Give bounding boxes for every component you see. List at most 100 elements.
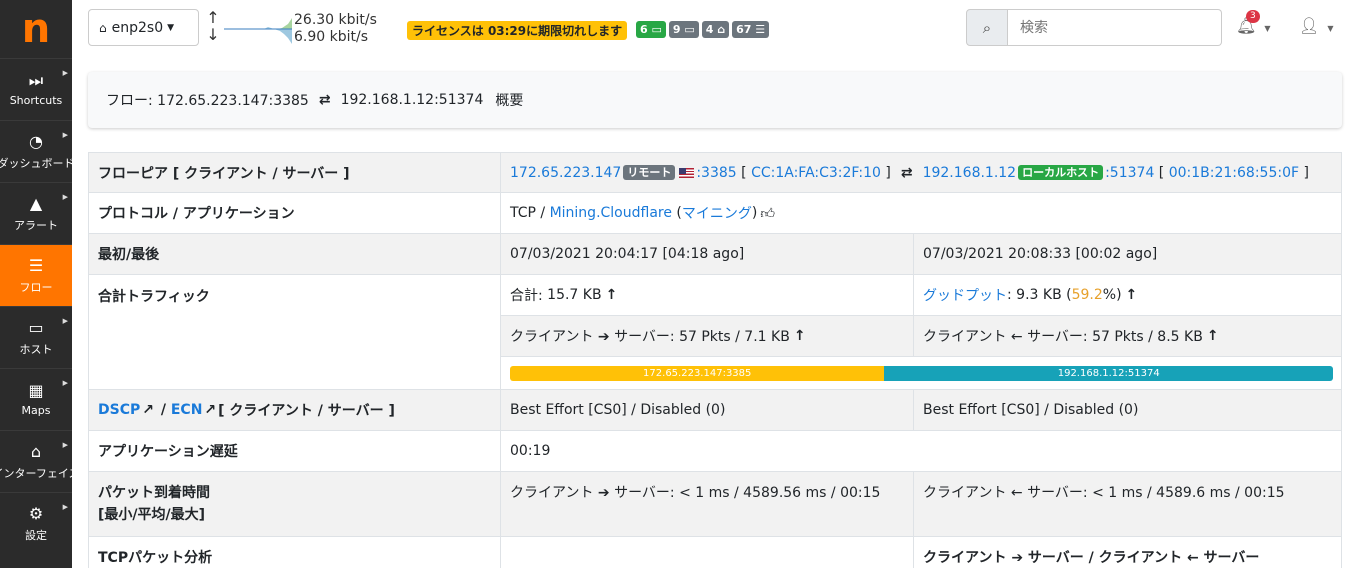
sidebar-item-label: 設定 [25,528,47,542]
arrow-up-icon: ↑ [793,328,806,344]
breadcrumb-target: 192.168.1.12:51374 [340,92,484,108]
sidebar-item-label: Shortcuts [9,94,63,107]
dscp-server: Best Effort [CS0] / Disabled (0) [914,390,1342,430]
breadcrumb: フロー: 172.65.223.147:3385 ⇄ 192.168.1.12:… [88,72,1342,128]
table-row: DSCP ↗ / ECN ↗ [ クライアント / サーバー ] Best Ef… [88,390,1342,431]
last-seen: 07/03/2021 20:08:33 [00:02 ago] [914,234,1342,274]
table-row: TCPパケット分析 クライアント ➔ サーバー / クライアント ← サーバー [88,537,1342,568]
remote-hosts-badge[interactable]: 9 ▭ [668,21,699,38]
row-label: TCPパケット分析 [88,537,501,568]
row-label: フローピア [ クライアント / サーバー ] [88,153,501,192]
client-to-server-traffic: クライアント ➔ サーバー: 57 Pkts / 7.1 KB ↑ [501,316,914,356]
arrow-up-icon: ↑ [1125,287,1138,303]
application-link[interactable]: Mining.Cloudflare [550,205,672,221]
server-port-link[interactable]: :51374 [1105,165,1154,181]
flows-badge[interactable]: 67 ☰ [732,21,770,38]
interface-dropdown[interactable]: ⌂ enp2s0 ▼ [88,9,199,46]
rate-up: 26.30 kbit/s [294,12,377,28]
search-input[interactable] [1008,9,1222,46]
table-row: プロトコル / アプリケーション TCP / Mining.Cloudflare… [88,193,1342,234]
caret-right-icon: ▶ [62,503,68,511]
protocol: TCP [510,205,536,221]
table-row: 合計トラフィック 合計: 15.7 KB ↑ グッドプット : 9.3 KB (… [88,275,1342,390]
caret-down-icon: ▼ [167,22,175,33]
user-icon: 👤︎ [1299,16,1320,35]
local-hosts-badge[interactable]: 6 ▭ [636,21,666,38]
table-row: パケット到着時間 [最小/平均/最大] クライアント ➔ サーバー: < 1 m… [88,472,1342,537]
ntopng-logo[interactable]: n [0,0,72,58]
caret-right-icon: ▶ [62,69,68,77]
sidebar-item-interface[interactable]: ▶ ⌂ インターフェイス [0,430,80,492]
application-latency: 00:19 [501,431,1342,471]
dscp-link[interactable]: DSCP [98,402,140,418]
stream-icon: ☰ [28,255,44,275]
up-down-arrows-icon: ↑ ↓ [206,8,220,44]
client-port-link[interactable]: :3385 [696,165,736,181]
traffic-rates: 26.30 kbit/s 6.90 kbit/s [294,12,377,46]
caret-right-icon: ▶ [62,317,68,325]
sidebar-item-maps[interactable]: ▶ ▦ Maps [0,368,72,430]
arrow-up-icon: ↑ [605,287,618,303]
server-ip-link[interactable]: 192.168.1.12 [923,165,1017,181]
exchange-icon: ⇄ [318,92,331,108]
iat-client-to-server: クライアント ➔ サーバー: < 1 ms / 4589.56 ms / 00:… [501,472,914,536]
sidebar-item-label: インターフェイス [0,466,80,480]
traffic-split-bar: 172.65.223.147:3385 192.168.1.12:51374 [510,365,1333,381]
sidebar-item-label: ホスト [19,342,53,356]
license-badge[interactable]: ライセンスは 03:29に期限切れします [407,21,628,40]
row-label: DSCP ↗ / ECN ↗ [ クライアント / サーバー ] [88,390,501,430]
dscp-client: Best Effort [CS0] / Disabled (0) [501,390,914,430]
breadcrumb-source: フロー: 172.65.223.147:3385 [106,93,309,109]
ecn-link[interactable]: ECN [171,402,203,418]
row-label: アプリケーション遅延 [88,431,501,471]
first-seen: 07/03/2021 20:04:17 [04:18 ago] [501,234,914,274]
rate-down: 6.90 kbit/s [294,29,369,45]
traffic-sparkline [224,18,292,44]
sidebar-item-label: フロー [19,280,53,294]
exchange-icon: ⇄ [900,164,913,181]
localhost-badge: ローカルホスト [1018,165,1104,180]
sidebar-item-settings[interactable]: ▶ ⚙ 設定 [0,492,72,554]
client-ip-link[interactable]: 172.65.223.147 [510,165,621,181]
table-row: アプリケーション遅延 00:19 [88,431,1342,472]
total-traffic: 合計: 15.7 KB ↑ [501,275,914,315]
notifications-dropdown[interactable]: 🔔︎ 3 ▼ [1236,10,1271,35]
category-link[interactable]: マイニング [682,203,752,223]
external-link-icon: ↗ [142,402,154,418]
search-box: ⌕ [966,9,1222,46]
row-label: 最初/最後 [88,234,501,274]
sidebar-item-label: アラート [14,218,58,232]
protocol-app: TCP / Mining.Cloudflare (マイニング) 👍︎ [501,193,1342,233]
server-mac-link[interactable]: 00:1B:21:68:55:0F [1169,165,1299,181]
interface-name: enp2s0 [111,19,164,36]
server-to-client-traffic: クライアント ← サーバー: 57 Pkts / 8.5 KB ↑ [914,316,1342,356]
flow-peers: 172.65.223.147 リモート :3385 [ CC:1A:FA:C3:… [501,153,1342,192]
goodput-link[interactable]: グッドプット [923,285,1007,305]
sidebar-item-flows[interactable]: ☰ フロー [0,244,72,306]
us-flag-icon [679,167,695,178]
sidebar-item-dashboard[interactable]: ▶ ◔ ダッシュボード [0,120,75,182]
sidebar-item-shortcuts[interactable]: ▶ ⏭ Shortcuts [0,58,72,120]
tcp-empty-cell [501,537,914,568]
sidebar-item-hosts[interactable]: ▶ ▭ ホスト [0,306,72,368]
user-dropdown[interactable]: 👤︎ ▼ [1299,16,1334,35]
arrow-up-icon: ↑ [1206,328,1219,344]
row-label: プロトコル / アプリケーション [88,193,501,233]
row-label: パケット到着時間 [最小/平均/最大] [88,472,501,536]
map-icon: ▦ [28,381,44,400]
sidebar-item-alerts[interactable]: ▶ ▲ アラート [0,182,72,244]
devices-badge[interactable]: 4 ⌂ [701,21,730,38]
caret-right-icon: ▶ [62,193,68,201]
client-mac-link[interactable]: CC:1A:FA:C3:2F:10 [751,165,881,181]
flow-details-table: フローピア [ クライアント / サーバー ] 172.65.223.147 リ… [88,152,1342,568]
thumbs-up-icon: 👍︎ [760,205,775,222]
tcp-header: クライアント ➔ サーバー / クライアント ← サーバー [914,537,1342,568]
ethernet-icon: ⌂ [30,441,42,461]
caret-down-icon: ▼ [1264,24,1271,33]
sidebar-item-label: ダッシュボード [0,156,75,170]
iat-server-to-client: クライアント ← サーバー: < 1 ms / 4589.6 ms / 00:1… [914,472,1342,536]
search-icon[interactable]: ⌕ [966,9,1008,46]
goodput-percent: 59.2 [1071,287,1103,303]
fast-forward-icon: ⏭ [28,71,44,90]
gear-icon: ⚙ [28,503,44,523]
